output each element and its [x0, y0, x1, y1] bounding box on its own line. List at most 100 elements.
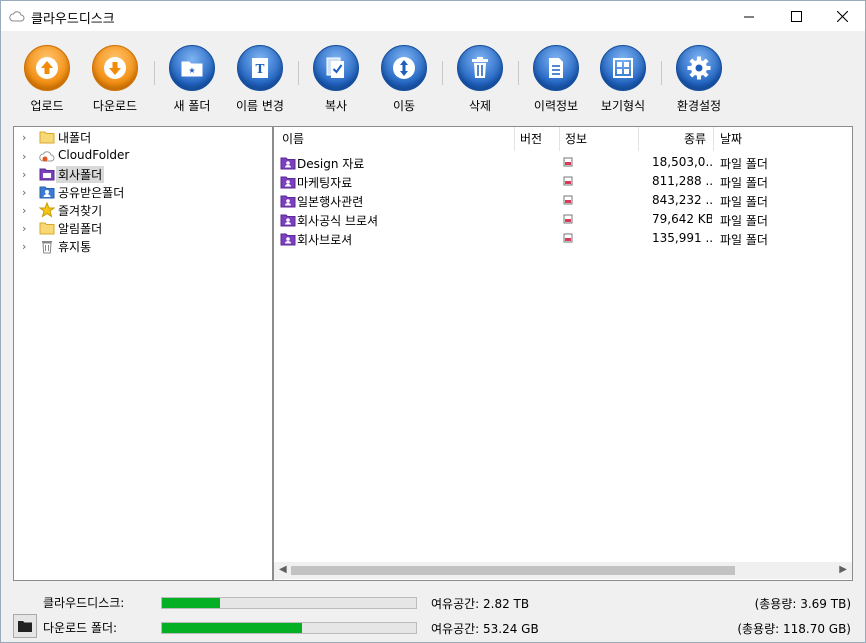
- horizontal-scrollbar[interactable]: ◀ ▶: [274, 562, 852, 579]
- tree-item-label: 공유받은폴더: [58, 186, 125, 200]
- column-divider[interactable]: [638, 127, 639, 151]
- move-icon: [381, 45, 427, 91]
- cloud-disk-label: 클라우드디스크:: [43, 596, 125, 610]
- column-header-type[interactable]: 종류: [684, 127, 706, 151]
- open-download-folder-button[interactable]: [13, 614, 37, 638]
- scroll-left-icon[interactable]: ◀: [279, 564, 287, 575]
- table-row[interactable]: Design 자료 18,503,0... 파일 폴더: [274, 153, 852, 172]
- file-size: 843,232 ...: [652, 193, 712, 207]
- file-type: 파일 폴더: [720, 214, 768, 228]
- star-icon: [39, 202, 55, 218]
- move-button[interactable]: 이동: [368, 45, 440, 114]
- folder-icon: [18, 621, 32, 632]
- file-type: 파일 폴더: [720, 176, 768, 190]
- upload-label: 업로드: [30, 99, 64, 113]
- svg-text:★: ★: [188, 66, 195, 75]
- column-header-info[interactable]: 정보: [565, 127, 587, 151]
- column-header-name[interactable]: 이름: [282, 127, 304, 151]
- copy-label: 복사: [324, 99, 348, 113]
- chevron-right-icon[interactable]: ›: [22, 240, 26, 253]
- view-mode-button[interactable]: 보기형식: [587, 45, 659, 114]
- new-folder-button[interactable]: ★ 새 폴더: [156, 45, 228, 114]
- file-size: 79,642 KB: [652, 212, 712, 226]
- copy-icon: [313, 45, 359, 91]
- minimize-icon: [743, 16, 754, 17]
- tree-item-label: 즐겨찾기: [58, 204, 103, 218]
- download-folder-free: 여유공간: 53.24 GB: [431, 622, 539, 636]
- file-name: 일본행사관련: [297, 195, 364, 209]
- info-icon: [563, 176, 573, 186]
- settings-button[interactable]: 환경설정: [663, 45, 735, 114]
- file-name: 회사공식 브로셔: [297, 214, 379, 228]
- download-icon: [92, 45, 138, 91]
- minimize-button[interactable]: [726, 1, 772, 31]
- purple-folder-icon: [280, 233, 296, 246]
- delete-label: 삭제: [468, 99, 492, 113]
- scrollbar-thumb[interactable]: [291, 566, 735, 575]
- table-row[interactable]: 회사브로셔 135,991 ... 파일 폴더: [274, 229, 852, 248]
- file-type: 파일 폴더: [720, 195, 768, 209]
- history-icon: [533, 45, 579, 91]
- tree-item-label: 알림폴더: [58, 222, 103, 236]
- file-size: 18,503,0...: [652, 155, 712, 169]
- rename-icon: T: [237, 45, 283, 91]
- view-mode-label: 보기형식: [600, 99, 646, 113]
- trash-icon: [42, 241, 52, 254]
- purple-folder-icon: [280, 214, 296, 227]
- download-folder-total: (총용량: 118.70 GB): [737, 622, 851, 636]
- cloud-disk-total: (총용량: 3.69 TB): [754, 597, 851, 611]
- column-header-version[interactable]: 버전: [520, 127, 542, 151]
- yellow-folder-icon: [39, 131, 55, 144]
- svg-text:T: T: [256, 62, 265, 76]
- tree-item-label: 내폴더: [58, 131, 92, 145]
- column-divider[interactable]: [514, 127, 515, 151]
- table-row[interactable]: 회사공식 브로셔 79,642 KB 파일 폴더: [274, 210, 852, 229]
- file-type: 파일 폴더: [720, 157, 768, 171]
- file-name: 마케팅자료: [297, 176, 353, 190]
- column-divider[interactable]: [559, 127, 560, 151]
- copy-button[interactable]: 복사: [300, 45, 372, 114]
- upload-button[interactable]: 업로드: [11, 45, 83, 114]
- history-button[interactable]: 이력정보: [520, 45, 592, 114]
- file-name: Design 자료: [297, 157, 365, 171]
- purple-folder-icon: [280, 176, 296, 189]
- history-label: 이력정보: [533, 99, 579, 113]
- cloud-app-icon: [9, 11, 25, 22]
- chevron-right-icon[interactable]: ›: [22, 150, 26, 163]
- chevron-right-icon[interactable]: ›: [22, 186, 26, 199]
- info-icon: [563, 233, 573, 243]
- download-label: 다운로드: [92, 99, 138, 113]
- column-header-date[interactable]: 날짜: [720, 127, 742, 151]
- download-button[interactable]: 다운로드: [79, 45, 151, 114]
- cloud-icon: [39, 151, 55, 162]
- gear-icon: [676, 45, 722, 91]
- delete-button[interactable]: 삭제: [444, 45, 516, 114]
- toolbar-separator: [442, 61, 443, 85]
- rename-button[interactable]: T 이름 변경: [224, 45, 296, 114]
- chevron-right-icon[interactable]: ›: [22, 222, 26, 235]
- shared-folder-icon: [39, 186, 55, 199]
- file-list: 이름 버전 정보 종류 날짜 Design 자료 18,503,0... 파일 …: [273, 126, 853, 581]
- tree-item-label: 휴지통: [58, 240, 92, 254]
- file-name: 회사브로셔: [297, 233, 353, 247]
- chevron-right-icon[interactable]: ›: [22, 204, 26, 217]
- toolbar-separator: [518, 61, 519, 85]
- file-size: 811,288 ...: [652, 174, 712, 188]
- close-icon: [836, 10, 848, 22]
- download-folder-usage-bar: [161, 622, 417, 634]
- toolbar-separator: [298, 61, 299, 85]
- table-row[interactable]: 마케팅자료 811,288 ... 파일 폴더: [274, 172, 852, 191]
- download-folder-label: 다운로드 폴더:: [43, 621, 118, 635]
- upload-icon: [24, 45, 70, 91]
- info-icon: [563, 195, 573, 205]
- chevron-right-icon[interactable]: ›: [22, 168, 26, 181]
- new-folder-label: 새 폴더: [173, 99, 211, 113]
- column-divider[interactable]: [713, 127, 714, 151]
- scroll-right-icon[interactable]: ▶: [839, 564, 847, 575]
- folder-tree: › 내폴더 › CloudFolder › 회사폴더 › 공유받은폴더 › 즐겨…: [13, 126, 273, 581]
- close-button[interactable]: [819, 1, 865, 31]
- chevron-right-icon[interactable]: ›: [22, 131, 26, 144]
- cloud-disk-usage-bar: [161, 597, 417, 609]
- table-row[interactable]: 일본행사관련 843,232 ... 파일 폴더: [274, 191, 852, 210]
- maximize-button[interactable]: [773, 1, 819, 31]
